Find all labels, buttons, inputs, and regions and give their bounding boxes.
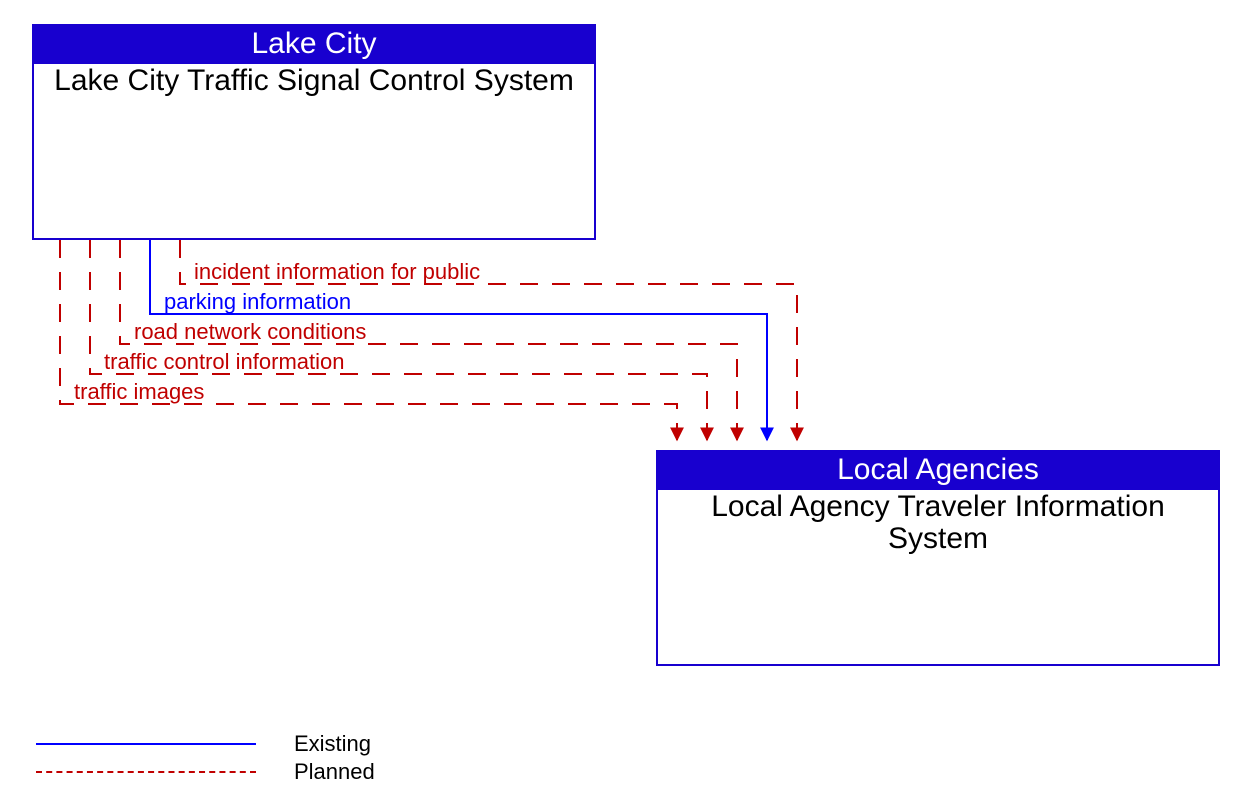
legend-label-planned: Planned — [294, 759, 375, 785]
flow-label-parking: parking information — [164, 291, 351, 313]
flow-label-incident: incident information for public — [194, 261, 480, 283]
flow-label-traffic-control: traffic control information — [104, 351, 344, 373]
flow-label-traffic-images: traffic images — [74, 381, 204, 403]
legend-line-planned — [36, 771, 256, 773]
legend-label-existing: Existing — [294, 731, 371, 757]
flow-label-road-network: road network conditions — [134, 321, 366, 343]
legend-line-existing — [36, 743, 256, 745]
